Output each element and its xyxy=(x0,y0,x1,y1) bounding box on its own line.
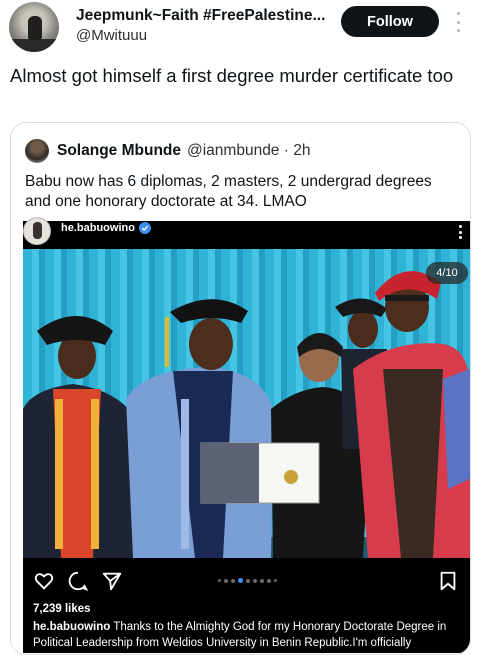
instagram-more-icon xyxy=(459,225,463,239)
quoted-author-avatar[interactable] xyxy=(25,139,49,163)
graduation-photo: 4/10 xyxy=(23,249,470,558)
instagram-caption: he.babuowino Thanks to the Almighty God … xyxy=(33,619,463,654)
share-icon xyxy=(102,572,122,591)
instagram-screenshot[interactable]: he.babuowino 4/10 7,239 likes he.babuowi… xyxy=(23,217,470,654)
instagram-avatar xyxy=(23,217,51,245)
author-handle[interactable]: @Mwituuu xyxy=(76,27,147,44)
carousel-counter: 4/10 xyxy=(426,262,468,284)
instagram-action-bar xyxy=(23,558,470,598)
follow-button[interactable]: Follow xyxy=(341,6,439,37)
author-avatar[interactable] xyxy=(9,2,59,52)
quoted-author-name[interactable]: Solange Mbunde xyxy=(57,142,181,160)
instagram-username: he.babuowino xyxy=(61,222,135,234)
carousel-dots xyxy=(218,578,277,583)
author-display-name[interactable]: Jeepmunk~Faith #FreePalestine... xyxy=(76,7,325,25)
quoted-author-handle[interactable]: @ianmbunde · 2h xyxy=(187,142,310,160)
quoted-tweet[interactable]: Solange Mbunde @ianmbunde · 2h Babu now … xyxy=(10,122,471,655)
quoted-tweet-text: Babu now has 6 diplomas, 2 masters, 2 un… xyxy=(25,173,432,210)
likes-count: 7,239 likes xyxy=(33,603,91,615)
tweet-text: Almost got himself a first degree murder… xyxy=(10,65,454,86)
bookmark-icon xyxy=(440,571,456,591)
heart-icon xyxy=(34,573,54,590)
avatar-ground xyxy=(9,39,59,52)
verified-badge-icon xyxy=(138,222,151,234)
tweet-header: Jeepmunk~Faith #FreePalestine... @Mwituu… xyxy=(0,0,481,58)
comment-icon xyxy=(68,571,89,591)
avatar-figure xyxy=(28,16,42,40)
graduation-photo-scene xyxy=(23,271,470,558)
caption-username: he.babuowino xyxy=(33,621,111,633)
more-options-icon[interactable] xyxy=(455,12,461,32)
instagram-post-header: he.babuowino xyxy=(23,217,470,249)
instagram-username-row: he.babuowino xyxy=(61,222,151,234)
